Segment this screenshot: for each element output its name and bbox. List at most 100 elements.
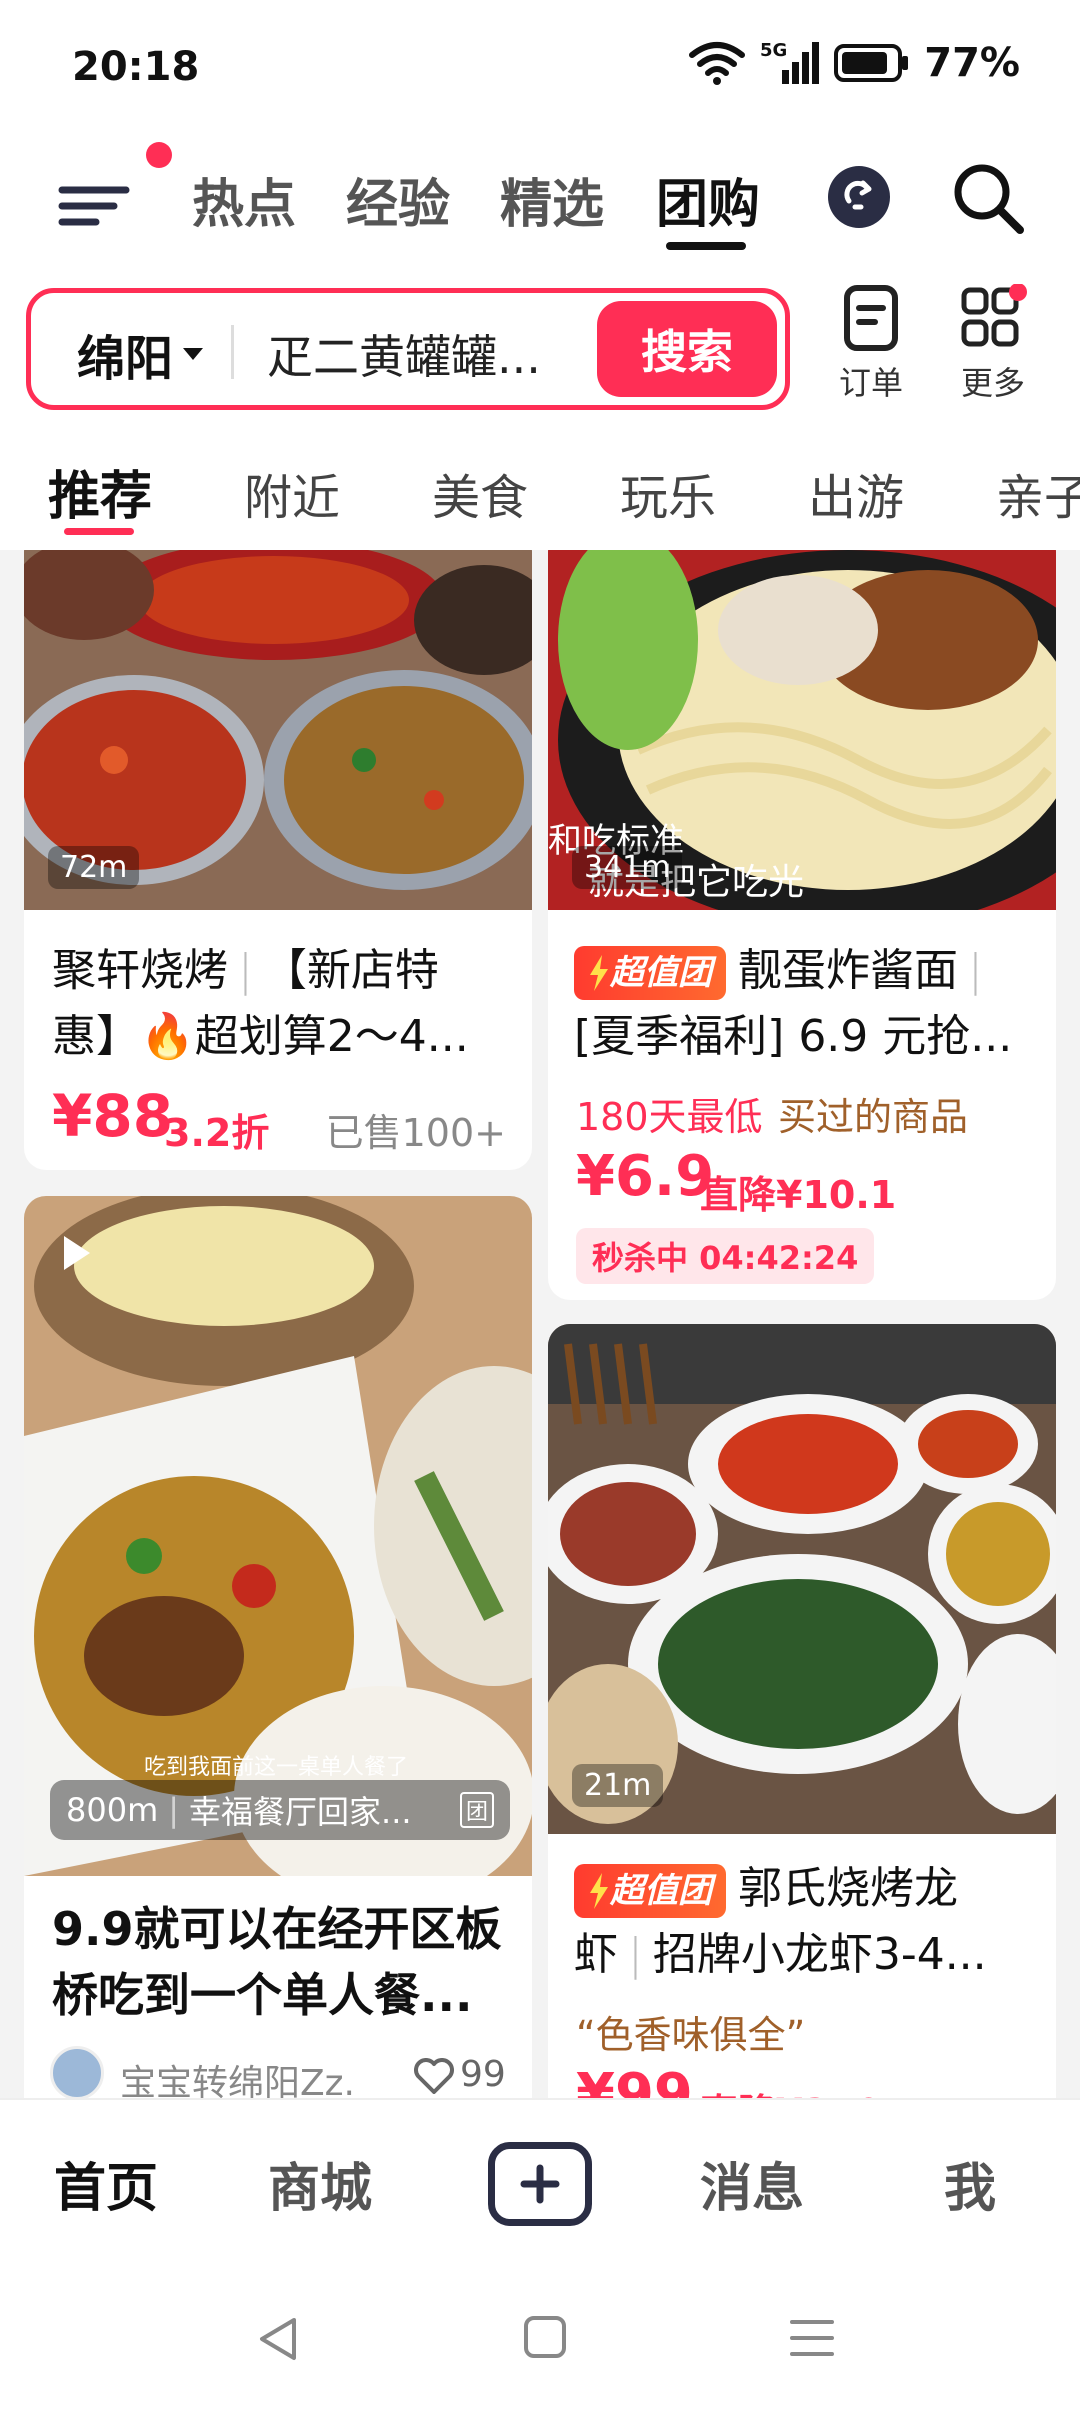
location-separator: |: [168, 1791, 180, 1829]
category-active-indicator: [64, 528, 134, 535]
avatar[interactable]: [50, 2046, 104, 2098]
search-row: 绵阳 疋二黄罐罐... 搜索 订单 更多: [0, 284, 1080, 414]
create-button[interactable]: [488, 2142, 592, 2226]
category-tabs: 推荐 附近 美食 玩乐 出游 亲子: [0, 440, 1080, 550]
bottom-nav: 首页 商城 消息 我: [0, 2098, 1080, 2274]
search-input[interactable]: 疋二黄罐罐...: [267, 321, 647, 387]
search-divider: [231, 325, 234, 379]
feed: 72m 聚轩烧烤 | 【新店特 惠】🔥超划算2～4... ¥88 3.2折 已售10…: [0, 550, 1080, 2098]
value-deal-badge: 超值团: [574, 946, 726, 1000]
price-drop: 直降¥10.1: [700, 1173, 897, 1217]
menu-button[interactable]: [56, 162, 136, 242]
title-text: 招牌小龙虾3-4...: [652, 1929, 987, 1980]
top-nav: 热点 经验 精选 团购: [0, 140, 1080, 260]
food-image: [548, 1324, 1056, 1834]
notification-dot: [146, 142, 172, 168]
group-buy-tag: 团: [459, 1792, 494, 1828]
menu-icon: [58, 186, 130, 226]
nav-me[interactable]: 我: [944, 2146, 996, 2221]
badge-text: 超值团: [610, 1871, 712, 1911]
orders-icon: [844, 285, 898, 351]
category-tab-fun[interactable]: 玩乐: [620, 458, 716, 528]
category-tab-travel[interactable]: 出游: [808, 458, 904, 528]
orders-label: 订单: [838, 364, 903, 402]
card-title: 9.9就可以在经开区板 桥吃到一个单人餐...: [52, 1896, 512, 2028]
title-text: [夏季福利] 6.9 元抢...: [574, 1011, 1013, 1062]
recents-icon[interactable]: [788, 2316, 836, 2360]
price: ¥6.9: [576, 1144, 715, 1209]
title-text: 【新店特: [262, 945, 439, 996]
nav-messages[interactable]: 消息: [700, 2146, 804, 2221]
tab-group-buy[interactable]: 团购: [656, 162, 760, 237]
title-separator: |: [628, 1929, 643, 1980]
apps-grid-icon: [961, 284, 1027, 347]
deal-card[interactable]: 和吃标准 就是把它吃光 341m 超值团 靓蛋炸酱面 | [夏季福利] 6.9 元…: [548, 550, 1056, 1300]
value-deal-badge: 超值团: [574, 1864, 726, 1918]
search-icon: [954, 164, 1024, 234]
distance-label: 72m: [48, 846, 140, 889]
slogan: “色香味俱全”: [576, 2013, 806, 2057]
badge-text: 超值团: [610, 953, 712, 993]
bought-label: 买过的商品: [778, 1095, 969, 1139]
author-name[interactable]: 宝宝转绵阳Zz.: [120, 2054, 355, 2098]
tab-featured[interactable]: 精选: [500, 162, 604, 237]
battery-percent: 77%: [924, 40, 1020, 86]
shop-name: 聚轩烧烤: [52, 945, 228, 996]
discount-label: 3.2折: [164, 1111, 270, 1155]
card-title: 超值团 靓蛋炸酱面 | [夏季福利] 6.9 元抢...: [574, 938, 1044, 1070]
card-title: 超值团 郭氏烧烤龙 虾 | 招牌小龙虾3-4...: [574, 1856, 1044, 1988]
shop-name: 幸福餐厅回家...: [189, 1793, 412, 1831]
wifi-icon: [689, 42, 746, 85]
status-icons: 5G 77%: [688, 40, 1020, 86]
battery-icon: [834, 44, 909, 82]
nav-mall[interactable]: 商城: [268, 2146, 372, 2221]
search-submit-button[interactable]: 搜索: [597, 301, 777, 397]
video-caption: 吃到我面前这一桌单人餐了: [144, 1755, 408, 1780]
more-label: 更多: [960, 364, 1025, 402]
refresh-icon: [844, 180, 872, 210]
like-count: 99: [460, 2054, 506, 2095]
card-title: 聚轩烧烤 | 【新店特 惠】🔥超划算2～4...: [52, 938, 522, 1070]
sold-count: 已售100+: [325, 1111, 506, 1155]
deal-card[interactable]: 72m 聚轩烧烤 | 【新店特 惠】🔥超划算2～4... ¥88 3.2折 已售10…: [24, 550, 532, 1170]
tab-experience[interactable]: 经验: [346, 162, 450, 237]
location-bar[interactable]: 800m | 幸福餐厅回家... 团: [50, 1780, 510, 1840]
note-card[interactable]: 吃到我面前这一桌单人餐了 800m | 幸福餐厅回家... 团 9.9就可以在经…: [24, 1196, 532, 2098]
search-button-top[interactable]: [946, 156, 1030, 240]
active-tab-indicator: [666, 242, 746, 250]
shop-name: 郭氏烧烤龙: [738, 1863, 958, 1914]
distance-label: 800m: [66, 1791, 159, 1829]
lightning-icon: [590, 1873, 608, 1909]
category-tab-nearby[interactable]: 附近: [244, 458, 340, 528]
system-nav-bar: [0, 2274, 1080, 2412]
price: ¥88: [52, 1082, 174, 1150]
tab-hot[interactable]: 热点: [192, 162, 296, 237]
home-icon[interactable]: [522, 2314, 568, 2360]
price-drop: 直降¥250: [700, 2082, 882, 2098]
title-text-2: 惠】🔥超划算2～4...: [52, 1011, 469, 1062]
deal-card[interactable]: 21m 超值团 郭氏烧烤龙 虾 | 招牌小龙虾3-4... “色香味俱全” ¥99 …: [548, 1324, 1056, 2098]
back-icon[interactable]: [256, 2314, 300, 2364]
plus-icon: [520, 2164, 560, 2204]
shop-name: 靓蛋炸酱面: [738, 945, 958, 996]
food-image: 吃到我面前这一桌单人餐了: [24, 1196, 532, 1876]
city-name: 绵阳: [77, 331, 174, 387]
shop-name-2: 虾: [574, 1929, 618, 1980]
orders-button[interactable]: 订单: [816, 284, 926, 414]
lowest-price-label: 180天最低: [576, 1095, 763, 1139]
category-tab-recommend[interactable]: 推荐: [48, 454, 152, 529]
search-box[interactable]: 绵阳 疋二黄罐罐... 搜索: [26, 288, 790, 410]
lightning-icon: [590, 955, 608, 991]
category-tab-family[interactable]: 亲子: [996, 458, 1080, 528]
chevron-down-icon: [183, 348, 204, 360]
more-button[interactable]: 更多: [938, 284, 1048, 414]
heart-icon[interactable]: [414, 2058, 454, 2094]
network-label: 5G: [760, 40, 787, 61]
flash-sale-timer: 秒杀中 04:42:24: [576, 1228, 875, 1284]
city-selector[interactable]: 绵阳: [77, 319, 204, 389]
status-time: 20:18: [72, 44, 200, 90]
nav-home[interactable]: 首页: [54, 2146, 158, 2221]
refresh-button[interactable]: [828, 166, 890, 228]
distance-label: 21m: [572, 1764, 664, 1807]
category-tab-food[interactable]: 美食: [432, 458, 528, 528]
